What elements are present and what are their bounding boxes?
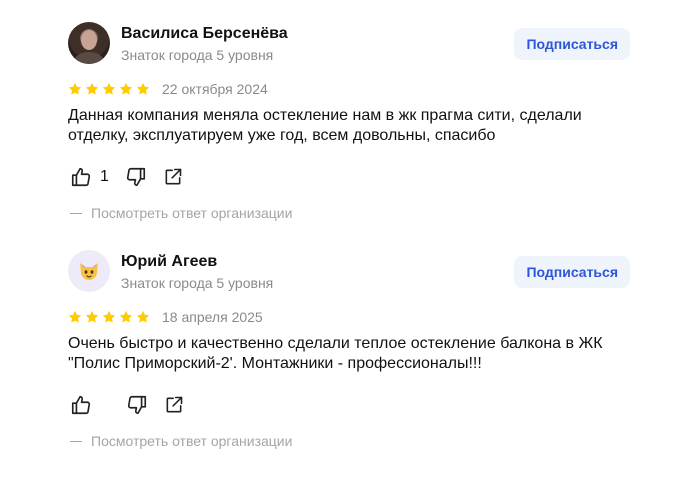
star-icon — [85, 310, 99, 323]
review-meta: 22 октября 2024 — [68, 80, 630, 98]
review-text: Очень быстро и качественно сделали тепло… — [68, 335, 603, 372]
avatar[interactable] — [68, 250, 110, 292]
review-actions — [68, 393, 630, 417]
author-level: Знаток города 5 уровня — [121, 47, 274, 63]
subscribe-button[interactable]: Подписаться — [514, 28, 630, 60]
dash-divider — [70, 212, 82, 214]
review-actions: 1 — [68, 165, 630, 189]
star-icon — [85, 82, 99, 95]
star-icon — [119, 310, 133, 323]
thumbs-up-icon — [71, 395, 91, 415]
review-date: 18 апреля 2025 — [162, 309, 263, 325]
review-card: Василиса Берсенёва Знаток города 5 уровн… — [68, 22, 630, 221]
thumbs-up-icon — [71, 167, 91, 187]
rating-stars — [68, 310, 150, 324]
review-header: Василиса Берсенёва Знаток города 5 уровн… — [68, 22, 630, 66]
review-header: Юрий Агеев Знаток города 5 уровня Подпис… — [68, 250, 630, 294]
star-icon — [102, 310, 116, 323]
star-icon — [136, 310, 150, 323]
author-level: Знаток города 5 уровня — [121, 275, 274, 291]
org-reply-link[interactable]: Посмотреть ответ организации — [68, 433, 630, 449]
org-reply-link[interactable]: Посмотреть ответ организации — [68, 205, 630, 221]
share-icon — [166, 396, 183, 413]
rating-stars — [68, 82, 150, 96]
like-button[interactable]: 1 — [70, 166, 109, 188]
star-icon — [68, 82, 82, 95]
avatar[interactable] — [68, 22, 110, 64]
review-meta: 18 апреля 2025 — [68, 308, 630, 326]
thumbs-down-icon — [126, 167, 145, 187]
dislike-button[interactable] — [125, 166, 147, 188]
review-card: Юрий Агеев Знаток города 5 уровня Подпис… — [68, 250, 630, 449]
dislike-button[interactable] — [126, 394, 148, 416]
star-icon — [136, 82, 150, 95]
like-button[interactable] — [70, 394, 100, 416]
subscribe-button[interactable]: Подписаться — [514, 256, 630, 288]
star-icon — [102, 82, 116, 95]
thumbs-down-icon — [127, 395, 147, 415]
author-name[interactable]: Василиса Берсенёва — [121, 24, 288, 44]
share-button[interactable] — [164, 395, 184, 415]
share-icon — [165, 168, 182, 185]
org-reply-label: Посмотреть ответ организации — [91, 205, 293, 221]
review-text: Данная компания меняла остекление нам в … — [68, 107, 582, 144]
org-reply-label: Посмотреть ответ организации — [91, 433, 293, 449]
dash-divider — [70, 440, 82, 442]
like-count: 1 — [100, 168, 109, 185]
star-icon — [119, 82, 133, 95]
author-name[interactable]: Юрий Агеев — [121, 252, 217, 272]
share-button[interactable] — [163, 167, 183, 187]
star-icon — [68, 310, 82, 323]
review-date: 22 октября 2024 — [162, 81, 268, 97]
cat-face-icon — [80, 263, 98, 280]
